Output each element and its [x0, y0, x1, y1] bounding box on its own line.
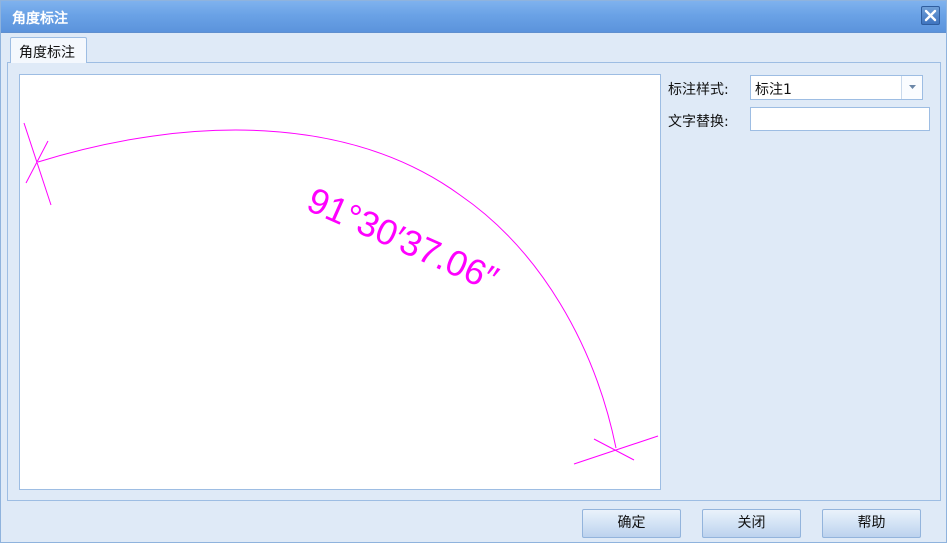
- dimension-style-select[interactable]: 标注1: [750, 75, 923, 100]
- tab-label: 角度标注: [19, 45, 75, 61]
- window-title: 角度标注: [12, 11, 68, 27]
- help-button[interactable]: 帮助: [822, 509, 921, 538]
- arc-tick-start: [25, 140, 49, 184]
- angle-dimension-dialog: 角度标注 角度标注 91°30′37.06″ 标注样式: 标注1 文字替换: 确…: [0, 0, 947, 543]
- arc-tick-end: [593, 438, 635, 461]
- close-button[interactable]: 关闭: [702, 509, 801, 538]
- text-override-input[interactable]: [750, 107, 930, 131]
- ok-button[interactable]: 确定: [582, 509, 681, 538]
- title-bar[interactable]: 角度标注: [1, 1, 946, 33]
- arc-extension-line-start: [23, 122, 52, 206]
- dimension-preview: 91°30′37.06″: [19, 74, 661, 490]
- close-window-button[interactable]: [921, 6, 940, 25]
- dimension-style-value: 标注1: [755, 82, 792, 98]
- tab-angle-dimension[interactable]: 角度标注: [10, 37, 87, 63]
- dimension-preview-drawing: [23, 122, 659, 465]
- chevron-down-icon: [909, 85, 916, 89]
- dropdown-button[interactable]: [901, 76, 922, 99]
- close-icon: [924, 9, 937, 22]
- override-label: 文字替换:: [668, 114, 729, 130]
- style-label: 标注样式:: [668, 82, 729, 98]
- dimension-arc: [37, 129, 617, 449]
